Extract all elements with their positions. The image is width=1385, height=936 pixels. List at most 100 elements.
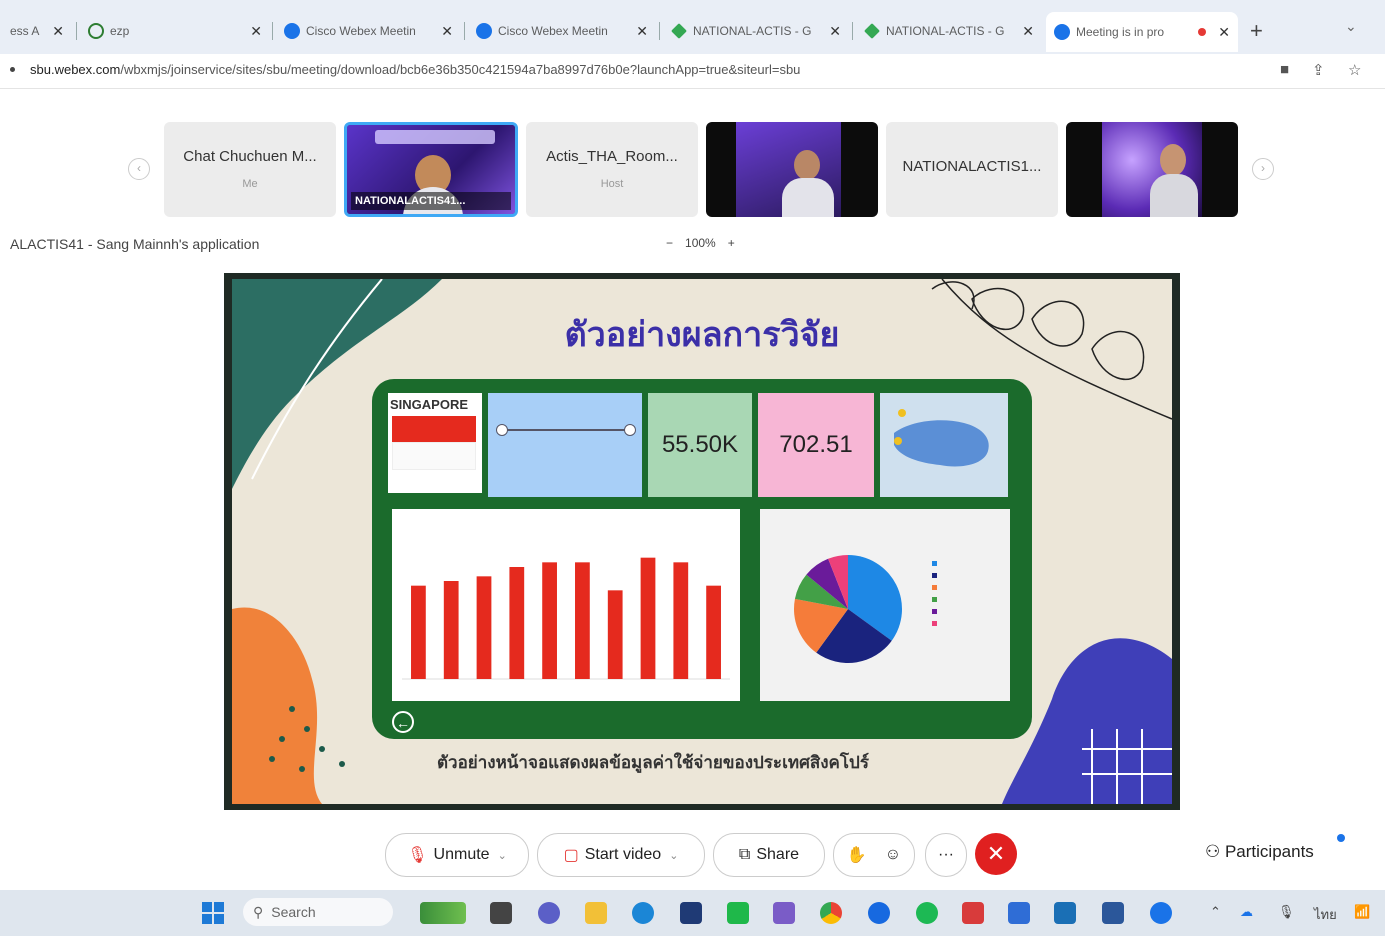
- chevron-down-icon[interactable]: ⌄: [669, 849, 678, 862]
- close-icon[interactable]: ✕: [441, 23, 453, 40]
- new-tab-button[interactable]: +: [1250, 18, 1263, 44]
- participant-role: Host: [600, 178, 624, 190]
- spotify-icon[interactable]: [916, 902, 938, 924]
- chevron-down-icon[interactable]: ⌄: [498, 849, 507, 862]
- app-icon[interactable]: [962, 902, 984, 924]
- slider-handle: [496, 424, 508, 436]
- zoom-out-button[interactable]: −: [666, 236, 673, 250]
- file-explorer-icon[interactable]: [585, 902, 607, 924]
- webex-icon: [284, 23, 300, 39]
- start-video-button[interactable]: ▢ Start video ⌄: [537, 833, 705, 877]
- bar-chart: [402, 557, 730, 680]
- app-icon[interactable]: [1008, 902, 1030, 924]
- back-arrow-icon[interactable]: ←: [392, 711, 414, 733]
- participant-role: Me: [242, 178, 258, 190]
- teams-icon[interactable]: [773, 902, 795, 924]
- webex-app-icon[interactable]: [1150, 902, 1172, 924]
- clock-icon: [88, 23, 104, 39]
- participant-name: NATIONALACTIS1...: [902, 158, 1042, 175]
- person-body: [1150, 174, 1198, 217]
- share-button[interactable]: ⧉ Share: [713, 833, 825, 877]
- share-label: Share: [756, 846, 800, 863]
- mic-icon[interactable]: 🎙: [1278, 904, 1295, 920]
- zoom-controls: −100% +: [660, 236, 741, 250]
- store-icon[interactable]: [680, 902, 702, 924]
- zoom-app-icon[interactable]: [868, 902, 890, 924]
- browser-tab[interactable]: Cisco Webex Meetin ✕: [468, 14, 656, 48]
- bar: [476, 576, 492, 679]
- chrome-icon[interactable]: [820, 902, 842, 924]
- kpi-value: 55.50K: [661, 431, 739, 458]
- end-call-button[interactable]: ✕: [975, 833, 1017, 875]
- close-icon[interactable]: ✕: [829, 23, 841, 40]
- taskbar-search[interactable]: ⚲ Search: [243, 898, 393, 926]
- country-name: SINGAPORE: [390, 397, 469, 412]
- chevron-down-icon[interactable]: ⌄: [1345, 18, 1357, 35]
- weather-widget-icon[interactable]: [420, 902, 466, 924]
- mail-icon[interactable]: [1054, 902, 1076, 924]
- slide-title: ตัวอย่างผลการวิจัย: [564, 316, 840, 354]
- browser-tab-active[interactable]: Meeting is in pro ✕: [1046, 12, 1238, 52]
- emoji-icon[interactable]: ☺: [885, 846, 901, 864]
- windows-start-icon[interactable]: [202, 902, 224, 924]
- more-options-button[interactable]: ···: [925, 833, 967, 877]
- participant-video[interactable]: [706, 122, 878, 217]
- participant-card[interactable]: Actis_THA_Room... Host: [526, 122, 698, 217]
- url-path: /wbxmjs/joinservice/sites/sbu/meeting/do…: [120, 62, 801, 77]
- webex-icon: [1054, 24, 1070, 40]
- drive-icon: [864, 23, 880, 39]
- bar: [411, 585, 426, 679]
- address-bar[interactable]: sbu.webex.com/wbxmjs/joinservice/sites/s…: [0, 54, 1385, 89]
- tab-separator: [272, 22, 273, 40]
- tab-separator: [852, 22, 853, 40]
- browser-tab-bar: ess A ✕ ezp ✕ Cisco Webex Meetin ✕ Cisco We…: [0, 0, 1385, 54]
- close-icon[interactable]: ✕: [636, 23, 648, 40]
- bar-chart-tile: [392, 509, 740, 701]
- site-info-icon[interactable]: [10, 67, 15, 72]
- language-indicator[interactable]: ไทย: [1314, 904, 1337, 925]
- unmute-label: Unmute: [433, 846, 490, 863]
- close-icon[interactable]: ✕: [52, 23, 64, 40]
- url-host: sbu.webex.com: [30, 62, 121, 77]
- raise-hand-icon[interactable]: ✋: [847, 845, 867, 865]
- browser-tab[interactable]: ezp ✕: [80, 14, 270, 48]
- participant-card[interactable]: NATIONALACTIS1...: [886, 122, 1058, 217]
- participant-name: Actis_THA_Room...: [546, 148, 678, 165]
- participant-name: Chat Chuchuen M...: [183, 148, 317, 165]
- zoom-in-button[interactable]: +: [728, 236, 735, 250]
- task-view-icon[interactable]: [490, 902, 512, 924]
- chevron-up-icon[interactable]: ⌃: [1210, 904, 1221, 920]
- camera-blocked-icon[interactable]: ■: [1280, 61, 1289, 78]
- close-icon[interactable]: ✕: [1218, 24, 1230, 41]
- chevron-left-icon[interactable]: ‹: [128, 158, 150, 180]
- browser-tab[interactable]: ess A ✕: [0, 14, 72, 48]
- legend-marker: [932, 621, 937, 626]
- participant-video-presenter[interactable]: NATIONALACTIS41...: [344, 122, 518, 217]
- browser-tab[interactable]: NATIONAL-ACTIS - G ✕: [856, 14, 1042, 48]
- bookmark-star-icon[interactable]: ☆: [1348, 61, 1361, 79]
- onedrive-icon[interactable]: ☁: [1240, 904, 1253, 920]
- edge-icon[interactable]: [632, 902, 654, 924]
- browser-tab[interactable]: NATIONAL-ACTIS - G ✕: [663, 14, 849, 48]
- chevron-right-icon[interactable]: ›: [1252, 158, 1274, 180]
- unmute-button[interactable]: 🎙 Unmute ⌄: [385, 833, 529, 877]
- legend-marker: [932, 585, 937, 590]
- url-text[interactable]: sbu.webex.com/wbxmjs/joinservice/sites/s…: [30, 62, 1260, 77]
- participants-button[interactable]: ⚇ Participants: [1205, 842, 1314, 862]
- webex-icon: [476, 23, 492, 39]
- close-icon[interactable]: ✕: [250, 23, 262, 40]
- pie-chart-tile: [760, 509, 1010, 701]
- chat-icon[interactable]: [538, 902, 560, 924]
- browser-tab[interactable]: Cisco Webex Meetin ✕: [276, 14, 461, 48]
- word-icon[interactable]: [1102, 902, 1124, 924]
- recording-icon: [1198, 28, 1207, 36]
- close-icon[interactable]: ✕: [1022, 23, 1034, 40]
- legend-marker: [932, 573, 937, 578]
- wifi-icon[interactable]: 📶: [1354, 904, 1370, 920]
- tab-label: NATIONAL-ACTIS - G: [886, 24, 1005, 38]
- share-page-icon[interactable]: ⇪: [1312, 61, 1325, 79]
- line-icon[interactable]: [727, 902, 749, 924]
- participant-video[interactable]: [1066, 122, 1238, 217]
- search-icon: ⚲: [253, 903, 264, 920]
- participant-card[interactable]: Chat Chuchuen M... Me: [164, 122, 336, 217]
